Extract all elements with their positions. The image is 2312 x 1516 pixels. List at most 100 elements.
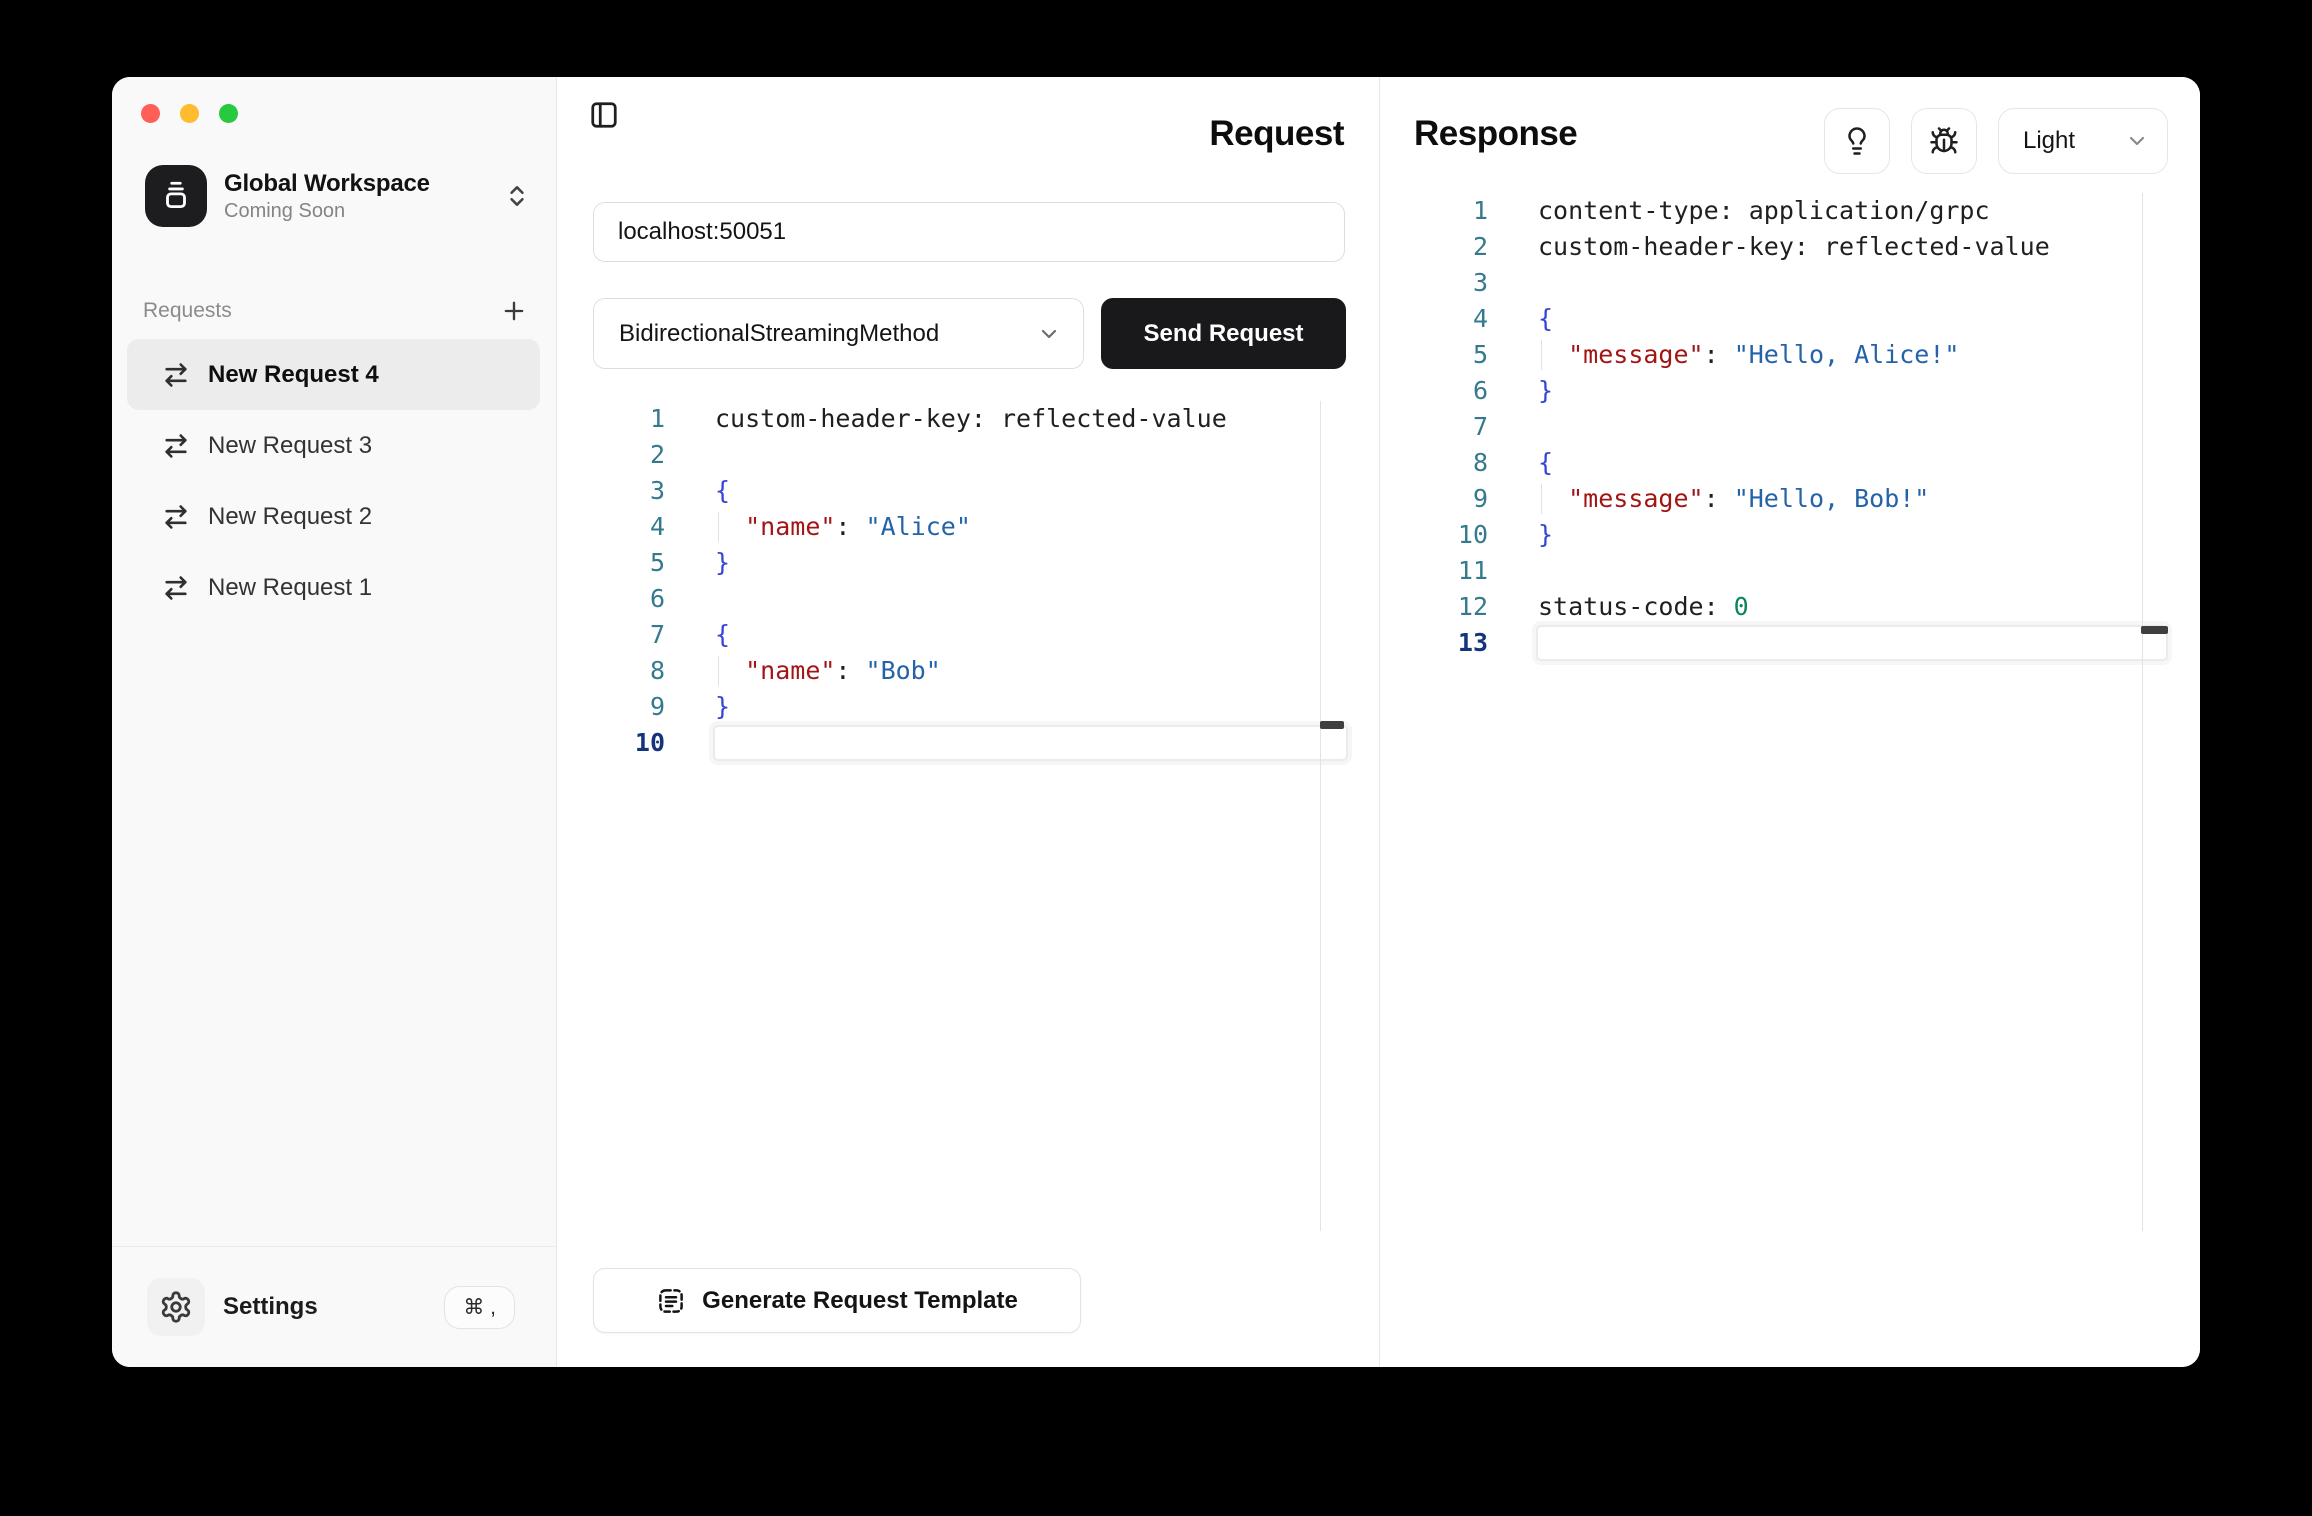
debug-button[interactable] <box>1911 108 1977 174</box>
code-token-plain: : <box>1704 484 1734 513</box>
settings-button[interactable] <box>147 1278 205 1336</box>
line-number: 7 <box>1380 409 1488 445</box>
line-number: 2 <box>557 437 665 473</box>
code-content: status-code: 0 <box>1538 589 1749 625</box>
chevron-down-icon <box>2125 129 2149 153</box>
code-line[interactable]: 11 <box>1380 553 2200 589</box>
code-content: "message": "Hello, Bob!" <box>1538 481 1929 517</box>
code-token-brace: } <box>715 692 730 721</box>
code-token-key: "name" <box>745 512 835 541</box>
close-window-button[interactable] <box>141 104 160 123</box>
requests-header: Requests <box>143 296 528 326</box>
code-token-key: "message" <box>1568 484 1703 513</box>
app-window: Global Workspace Coming Soon Requests <box>112 77 2200 1367</box>
code-line-active[interactable]: 10 <box>557 725 1379 761</box>
plus-icon <box>500 297 528 325</box>
code-content: { <box>715 473 730 509</box>
code-line[interactable]: 3 <box>1380 265 2200 301</box>
line-number: 8 <box>557 653 665 689</box>
code-content: } <box>715 689 730 725</box>
code-line[interactable]: 4 "name": "Alice" <box>557 509 1379 545</box>
zoom-window-button[interactable] <box>219 104 238 123</box>
settings-label: Settings <box>223 1293 318 1321</box>
code-token-string: "Alice" <box>866 512 971 541</box>
line-number: 1 <box>557 401 665 437</box>
code-content: } <box>1538 373 1553 409</box>
code-line[interactable]: 1custom-header-key: reflected-value <box>557 401 1379 437</box>
code-line[interactable]: 6} <box>1380 373 2200 409</box>
archive-icon <box>159 179 193 213</box>
server-url-input[interactable] <box>593 202 1345 262</box>
code-line[interactable]: 8 "name": "Bob" <box>557 653 1379 689</box>
request-item-label: New Request 4 <box>208 361 379 389</box>
code-token-plain <box>1538 340 1568 369</box>
code-line[interactable]: 9 "message": "Hello, Bob!" <box>1380 481 2200 517</box>
code-line[interactable]: 1content-type: application/grpc <box>1380 193 2200 229</box>
panel-left-icon <box>589 100 619 130</box>
code-token-plain <box>715 512 745 541</box>
response-panel-title: Response <box>1414 114 1577 154</box>
add-request-button[interactable] <box>500 297 528 325</box>
workspace-title: Global Workspace <box>224 170 430 198</box>
indent-guide <box>718 656 719 686</box>
request-editor[interactable]: 1custom-header-key: reflected-value23{4 … <box>557 401 1379 761</box>
sidebar-item-new-request-3[interactable]: New Request 3 <box>127 410 540 481</box>
request-item-label: New Request 3 <box>208 432 372 460</box>
sidebar-item-new-request-4[interactable]: New Request 4 <box>127 339 540 410</box>
minimize-window-button[interactable] <box>180 104 199 123</box>
response-panel: Response <box>1380 77 2200 1367</box>
send-request-button[interactable]: Send Request <box>1101 298 1346 369</box>
code-line[interactable]: 6 <box>557 581 1379 617</box>
theme-dropdown[interactable]: Light <box>1998 108 2168 174</box>
response-editor-scrollbar-thumb[interactable] <box>2141 626 2168 634</box>
code-line[interactable]: 8{ <box>1380 445 2200 481</box>
code-token-plain: status-code: <box>1538 592 1734 621</box>
code-token-plain: custom-header-key: reflected-value <box>1538 232 2050 261</box>
code-line[interactable]: 5} <box>557 545 1379 581</box>
line-number: 8 <box>1380 445 1488 481</box>
response-editor-right-border <box>2142 193 2143 1231</box>
code-line[interactable]: 4{ <box>1380 301 2200 337</box>
toggle-sidebar-button[interactable] <box>587 98 621 132</box>
code-line[interactable]: 9} <box>557 689 1379 725</box>
code-token-brace: } <box>1538 376 1553 405</box>
code-line[interactable]: 7{ <box>557 617 1379 653</box>
requests-section-label: Requests <box>143 299 232 323</box>
code-token-brace: } <box>1538 520 1553 549</box>
tips-button[interactable] <box>1824 108 1890 174</box>
code-line[interactable]: 10} <box>1380 517 2200 553</box>
request-editor-scrollbar-thumb[interactable] <box>1320 721 1344 729</box>
traffic-lights <box>141 104 238 123</box>
line-number: 9 <box>557 689 665 725</box>
code-line[interactable]: 5 "message": "Hello, Alice!" <box>1380 337 2200 373</box>
sidebar: Global Workspace Coming Soon Requests <box>112 77 557 1367</box>
method-dropdown-value: BidirectionalStreamingMethod <box>619 320 939 348</box>
code-token-brace: { <box>715 476 730 505</box>
chevron-down-icon <box>1037 322 1061 346</box>
line-number: 3 <box>1380 265 1488 301</box>
method-dropdown[interactable]: BidirectionalStreamingMethod <box>593 298 1084 369</box>
code-line[interactable]: 7 <box>1380 409 2200 445</box>
line-number: 5 <box>1380 337 1488 373</box>
code-line[interactable]: 3{ <box>557 473 1379 509</box>
line-number: 2 <box>1380 229 1488 265</box>
method-row: BidirectionalStreamingMethod Send Reques… <box>593 298 1346 369</box>
workspace-switcher[interactable]: Global Workspace Coming Soon <box>145 165 530 227</box>
response-editor[interactable]: 1content-type: application/grpc2 custom-h… <box>1380 193 2200 661</box>
code-line-active[interactable]: 13 <box>1380 625 2200 661</box>
code-line[interactable]: 12status-code: 0 <box>1380 589 2200 625</box>
line-number: 3 <box>557 473 665 509</box>
indent-guide <box>718 512 719 542</box>
sidebar-item-new-request-2[interactable]: New Request 2 <box>127 481 540 552</box>
code-token-plain: content-type: application/grpc <box>1538 196 1990 225</box>
settings-shortcut-badge: ⌘ , <box>444 1286 515 1329</box>
workspace-logo <box>145 165 207 227</box>
code-line[interactable]: 2 custom-header-key: reflected-value <box>1380 229 2200 265</box>
code-content: { <box>1538 301 1553 337</box>
line-number: 9 <box>1380 481 1488 517</box>
sidebar-item-new-request-1[interactable]: New Request 1 <box>127 552 540 623</box>
generate-request-template-button[interactable]: Generate Request Template <box>593 1268 1081 1333</box>
arrow-right-left-icon <box>162 432 190 460</box>
lightbulb-icon <box>1842 126 1872 156</box>
code-line[interactable]: 2 <box>557 437 1379 473</box>
